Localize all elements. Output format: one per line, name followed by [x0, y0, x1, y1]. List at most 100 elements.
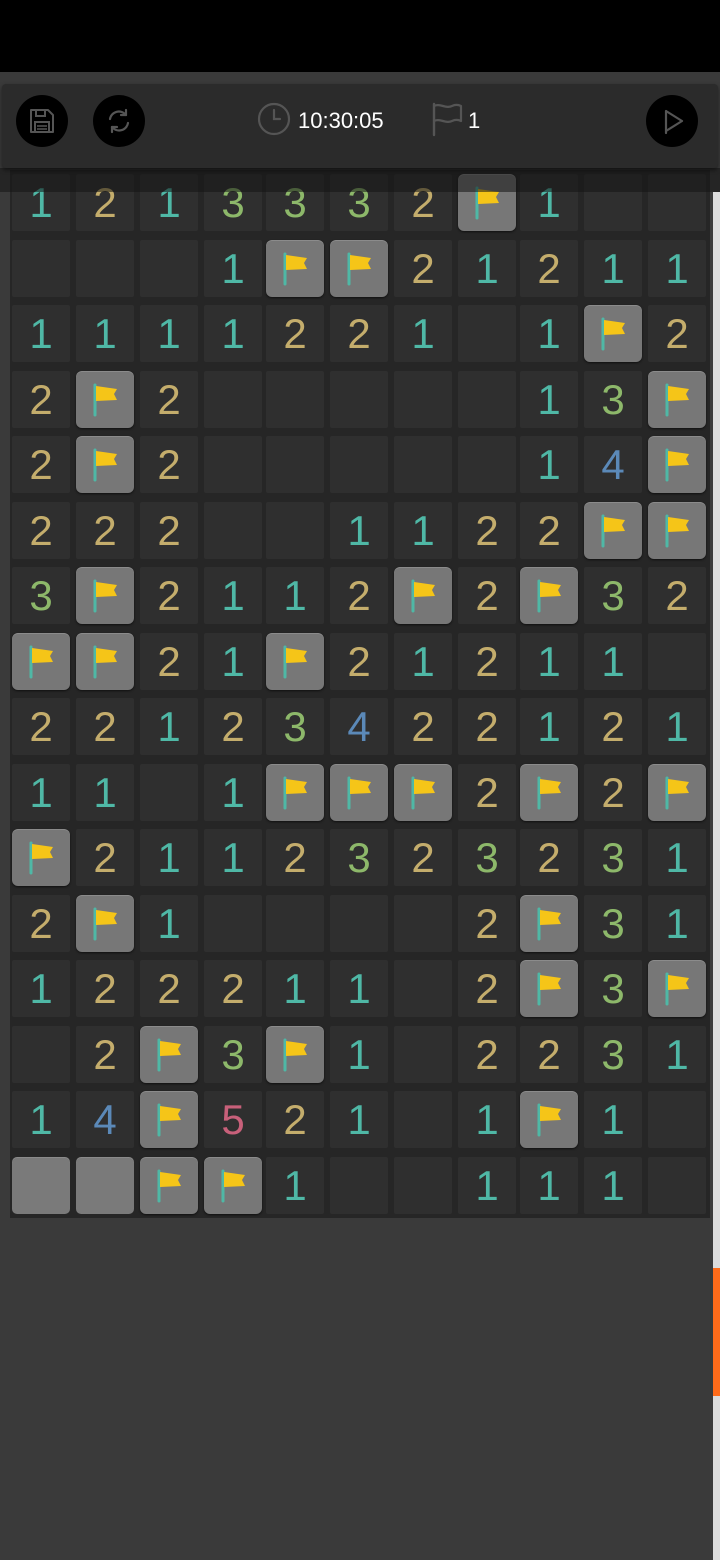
empty-cell[interactable] [266, 895, 324, 952]
number-cell[interactable]: 2 [584, 764, 642, 821]
number-cell[interactable]: 2 [520, 502, 578, 559]
number-cell[interactable]: 2 [266, 1091, 324, 1148]
number-cell[interactable]: 1 [458, 240, 516, 297]
number-cell[interactable]: 1 [204, 764, 262, 821]
number-cell[interactable]: 2 [76, 502, 134, 559]
minefield-board[interactable]: 1213332112121111112211222132214222112232… [10, 170, 710, 1218]
number-cell[interactable]: 3 [266, 698, 324, 755]
number-cell[interactable]: 1 [76, 305, 134, 362]
number-cell[interactable]: 3 [204, 1026, 262, 1083]
flagged-cell[interactable] [648, 436, 706, 493]
number-cell[interactable]: 1 [394, 305, 452, 362]
number-cell[interactable]: 2 [266, 829, 324, 886]
empty-cell[interactable] [394, 371, 452, 428]
number-cell[interactable]: 1 [12, 960, 70, 1017]
number-cell[interactable]: 3 [584, 829, 642, 886]
number-cell[interactable]: 3 [12, 567, 70, 624]
number-cell[interactable]: 1 [266, 960, 324, 1017]
empty-cell[interactable] [330, 895, 388, 952]
empty-cell[interactable] [394, 1026, 452, 1083]
number-cell[interactable]: 1 [12, 764, 70, 821]
number-cell[interactable]: 2 [458, 1026, 516, 1083]
number-cell[interactable]: 1 [648, 1026, 706, 1083]
flagged-cell[interactable] [330, 240, 388, 297]
number-cell[interactable]: 2 [76, 698, 134, 755]
number-cell[interactable]: 2 [140, 633, 198, 690]
flagged-cell[interactable] [394, 764, 452, 821]
flagged-cell[interactable] [266, 1026, 324, 1083]
number-cell[interactable]: 1 [648, 698, 706, 755]
flagged-cell[interactable] [648, 502, 706, 559]
number-cell[interactable]: 1 [76, 764, 134, 821]
covered-cell[interactable] [76, 1157, 134, 1214]
empty-cell[interactable] [12, 240, 70, 297]
number-cell[interactable]: 2 [76, 1026, 134, 1083]
flagged-cell[interactable] [520, 764, 578, 821]
number-cell[interactable]: 1 [520, 1157, 578, 1214]
number-cell[interactable]: 2 [12, 502, 70, 559]
number-cell[interactable]: 1 [12, 305, 70, 362]
empty-cell[interactable] [204, 502, 262, 559]
play-button[interactable] [646, 95, 698, 147]
number-cell[interactable]: 1 [266, 1157, 324, 1214]
number-cell[interactable]: 2 [76, 829, 134, 886]
number-cell[interactable]: 2 [76, 960, 134, 1017]
empty-cell[interactable] [204, 895, 262, 952]
empty-cell[interactable] [394, 436, 452, 493]
empty-cell[interactable] [12, 1026, 70, 1083]
number-cell[interactable]: 2 [266, 305, 324, 362]
flagged-cell[interactable] [204, 1157, 262, 1214]
number-cell[interactable]: 2 [520, 829, 578, 886]
number-cell[interactable]: 2 [520, 1026, 578, 1083]
empty-cell[interactable] [394, 1091, 452, 1148]
number-cell[interactable]: 1 [266, 567, 324, 624]
number-cell[interactable]: 2 [394, 829, 452, 886]
empty-cell[interactable] [458, 436, 516, 493]
flagged-cell[interactable] [140, 1157, 198, 1214]
scrollbar-thumb[interactable] [713, 1268, 720, 1396]
flagged-cell[interactable] [648, 764, 706, 821]
empty-cell[interactable] [266, 436, 324, 493]
flagged-cell[interactable] [12, 829, 70, 886]
number-cell[interactable]: 1 [140, 895, 198, 952]
number-cell[interactable]: 1 [140, 698, 198, 755]
number-cell[interactable]: 1 [330, 1091, 388, 1148]
number-cell[interactable]: 1 [140, 305, 198, 362]
number-cell[interactable]: 3 [584, 371, 642, 428]
number-cell[interactable]: 2 [204, 698, 262, 755]
empty-cell[interactable] [394, 960, 452, 1017]
flagged-cell[interactable] [76, 436, 134, 493]
number-cell[interactable]: 2 [12, 371, 70, 428]
empty-cell[interactable] [458, 305, 516, 362]
number-cell[interactable]: 2 [648, 567, 706, 624]
number-cell[interactable]: 1 [330, 1026, 388, 1083]
number-cell[interactable]: 4 [584, 436, 642, 493]
empty-cell[interactable] [330, 1157, 388, 1214]
flagged-cell[interactable] [12, 633, 70, 690]
number-cell[interactable]: 3 [584, 567, 642, 624]
number-cell[interactable]: 1 [520, 371, 578, 428]
number-cell[interactable]: 2 [12, 436, 70, 493]
flagged-cell[interactable] [584, 502, 642, 559]
number-cell[interactable]: 1 [204, 829, 262, 886]
number-cell[interactable]: 1 [584, 1157, 642, 1214]
empty-cell[interactable] [648, 633, 706, 690]
number-cell[interactable]: 2 [394, 698, 452, 755]
number-cell[interactable]: 1 [520, 698, 578, 755]
flagged-cell[interactable] [140, 1091, 198, 1148]
number-cell[interactable]: 1 [12, 1091, 70, 1148]
number-cell[interactable]: 2 [458, 698, 516, 755]
number-cell[interactable]: 2 [12, 895, 70, 952]
flagged-cell[interactable] [76, 633, 134, 690]
number-cell[interactable]: 1 [648, 829, 706, 886]
empty-cell[interactable] [140, 764, 198, 821]
number-cell[interactable]: 2 [648, 305, 706, 362]
number-cell[interactable]: 1 [394, 502, 452, 559]
flagged-cell[interactable] [520, 960, 578, 1017]
flagged-cell[interactable] [648, 960, 706, 1017]
flagged-cell[interactable] [520, 895, 578, 952]
flagged-cell[interactable] [266, 633, 324, 690]
number-cell[interactable]: 1 [458, 1157, 516, 1214]
number-cell[interactable]: 2 [140, 960, 198, 1017]
number-cell[interactable]: 4 [76, 1091, 134, 1148]
